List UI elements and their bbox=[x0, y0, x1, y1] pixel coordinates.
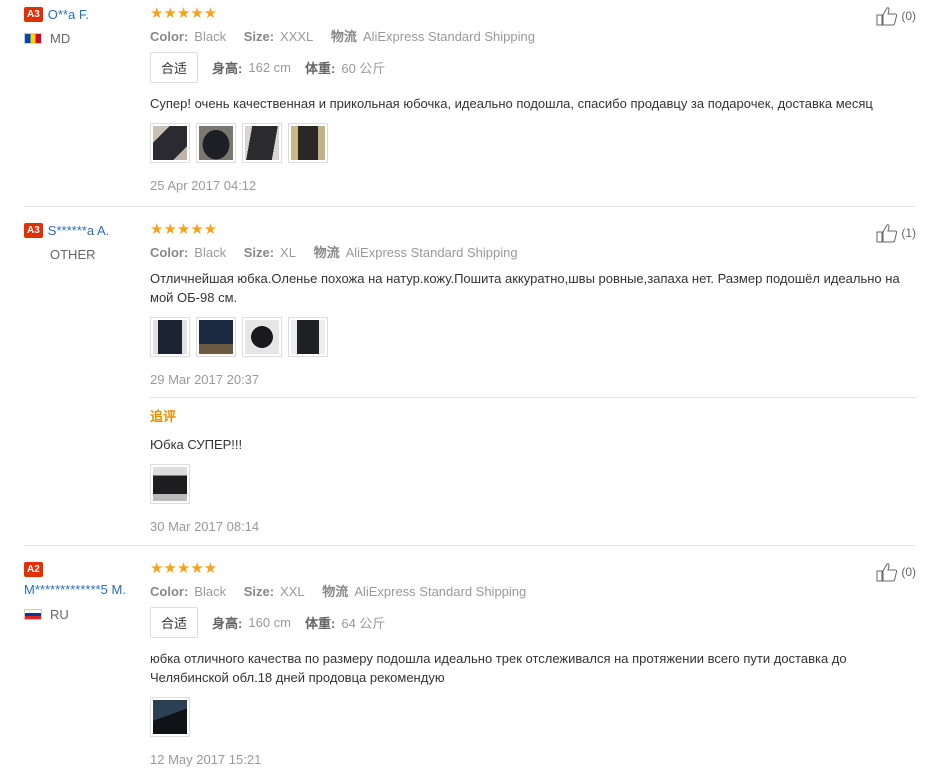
followup-text: Юбка СУПЕР!!! bbox=[150, 437, 243, 452]
review-item: A3 S******a A. OTHER (1) ★★★★★ Color: Blac… bbox=[24, 207, 916, 546]
photo-thumbnail[interactable] bbox=[150, 317, 190, 357]
photo-list bbox=[150, 697, 916, 737]
russia-flag-icon bbox=[24, 609, 42, 620]
level-badge: A2 bbox=[24, 562, 43, 578]
photo-thumbnail[interactable] bbox=[196, 123, 236, 163]
photo-list bbox=[150, 123, 916, 163]
reviewer-info: A3 O**a F. MD bbox=[24, 6, 142, 46]
color-label: Color: bbox=[150, 245, 189, 260]
star-rating: ★★★★★ bbox=[150, 221, 218, 238]
shipping-value: AliExpress Standard Shipping bbox=[354, 584, 527, 599]
order-attributes: Color: Black Size: XXL 物流 AliExpress Standa… bbox=[150, 583, 916, 601]
star-rating: ★★★★★ bbox=[150, 560, 218, 577]
reviewer-info: A3 S******a A. OTHER bbox=[24, 222, 142, 262]
color-value: Black bbox=[194, 584, 227, 599]
reviewer-country: OTHER bbox=[50, 247, 142, 262]
review-date: 12 May 2017 15:21 bbox=[150, 752, 262, 767]
photo-thumbnail[interactable] bbox=[150, 697, 190, 737]
photo-list bbox=[150, 317, 916, 357]
height-value: 162 cm bbox=[248, 60, 291, 75]
review-item: A2 M*************5 M. RU (0) ★★★★★ Color… bbox=[24, 546, 916, 771]
shipping-label: 物流 bbox=[313, 245, 340, 260]
helpful-count: (0) bbox=[901, 565, 916, 579]
fit-info: 合适 身高: 160 cm 体重: 64 公斤 bbox=[150, 607, 916, 638]
photo-thumbnail[interactable] bbox=[150, 123, 190, 163]
size-label: Size: bbox=[243, 29, 275, 44]
size-value: XXL bbox=[280, 584, 305, 599]
weight-value: 64 公斤 bbox=[341, 616, 386, 631]
followup-date: 30 Mar 2017 08:14 bbox=[150, 519, 260, 534]
country-code: MD bbox=[50, 31, 71, 46]
review-text: Супер! очень качественная и прикольная ю… bbox=[150, 96, 873, 111]
level-badge: A3 bbox=[24, 7, 43, 23]
photo-thumbnail[interactable] bbox=[150, 464, 190, 504]
fit-button[interactable]: 合适 bbox=[150, 52, 199, 83]
review-text: юбка отличного качества по размеру подош… bbox=[150, 651, 847, 685]
height-label: 身高: bbox=[212, 61, 243, 76]
followup-title: 追评 bbox=[150, 409, 177, 424]
country-code: RU bbox=[50, 607, 69, 622]
size-value: XXXL bbox=[280, 29, 314, 44]
reviewer-country: MD bbox=[24, 31, 142, 46]
photo-thumbnail[interactable] bbox=[288, 317, 328, 357]
fit-info: 合适 身高: 162 cm 体重: 60 公斤 bbox=[150, 52, 916, 83]
review-date: 25 Apr 2017 04:12 bbox=[150, 178, 257, 193]
reviewer-name[interactable]: O**a F. bbox=[48, 7, 89, 22]
helpful-button[interactable]: (0) bbox=[876, 6, 916, 26]
followup-review: 追评 Юбка СУПЕР!!! 30 Mar 2017 08:14 bbox=[150, 397, 916, 534]
photo-thumbnail[interactable] bbox=[242, 317, 282, 357]
review-date: 29 Mar 2017 20:37 bbox=[150, 372, 260, 387]
thumbs-up-icon bbox=[876, 7, 898, 26]
size-value: XL bbox=[280, 245, 296, 260]
country-code: OTHER bbox=[50, 247, 96, 262]
weight-label: 体重: bbox=[305, 616, 336, 631]
color-value: Black bbox=[194, 29, 227, 44]
helpful-button[interactable]: (0) bbox=[876, 562, 916, 582]
reviewer-name[interactable]: S******a A. bbox=[48, 223, 109, 238]
size-label: Size: bbox=[243, 245, 275, 260]
color-value: Black bbox=[194, 245, 227, 260]
thumbs-up-icon bbox=[876, 224, 898, 243]
level-badge: A3 bbox=[24, 223, 43, 239]
reviewer-info: A2 M*************5 M. RU bbox=[24, 561, 144, 622]
color-label: Color: bbox=[150, 584, 189, 599]
weight-label: 体重: bbox=[305, 61, 336, 76]
shipping-value: AliExpress Standard Shipping bbox=[362, 29, 535, 44]
photo-thumbnail[interactable] bbox=[288, 123, 328, 163]
fit-button[interactable]: 合适 bbox=[150, 607, 199, 638]
height-label: 身高: bbox=[212, 616, 243, 631]
review-item: A3 O**a F. MD (0) ★★★★★ Color: Black Size:… bbox=[24, 0, 916, 207]
photo-list bbox=[150, 464, 916, 504]
color-label: Color: bbox=[150, 29, 189, 44]
review-content: ★★★★★ Color: Black Size: XXXL 物流 AliExpress… bbox=[150, 0, 916, 207]
thumbs-up-icon bbox=[876, 563, 898, 582]
star-rating: ★★★★★ bbox=[150, 5, 218, 22]
review-content: ★★★★★ Color: Black Size: XXL 物流 AliExpress … bbox=[150, 546, 916, 781]
reviewer-name[interactable]: M*************5 M. bbox=[24, 581, 144, 599]
size-label: Size: bbox=[243, 584, 275, 599]
review-content: ★★★★★ Color: Black Size: XL 物流 AliExpress S… bbox=[150, 207, 916, 548]
order-attributes: Color: Black Size: XL 物流 AliExpress Standar… bbox=[150, 244, 916, 262]
helpful-count: (1) bbox=[901, 226, 916, 240]
order-attributes: Color: Black Size: XXXL 物流 AliExpress Stand… bbox=[150, 28, 916, 46]
shipping-label: 物流 bbox=[322, 584, 349, 599]
reviewer-country: RU bbox=[24, 607, 144, 622]
helpful-button[interactable]: (1) bbox=[876, 223, 916, 243]
weight-value: 60 公斤 bbox=[341, 61, 386, 76]
height-value: 160 cm bbox=[248, 615, 291, 630]
moldova-flag-icon bbox=[24, 33, 42, 44]
shipping-label: 物流 bbox=[330, 29, 357, 44]
photo-thumbnail[interactable] bbox=[242, 123, 282, 163]
photo-thumbnail[interactable] bbox=[196, 317, 236, 357]
helpful-count: (0) bbox=[901, 9, 916, 23]
review-text: Отличнейшая юбка.Оленье похожа на натур.… bbox=[150, 271, 900, 305]
shipping-value: AliExpress Standard Shipping bbox=[345, 245, 518, 260]
